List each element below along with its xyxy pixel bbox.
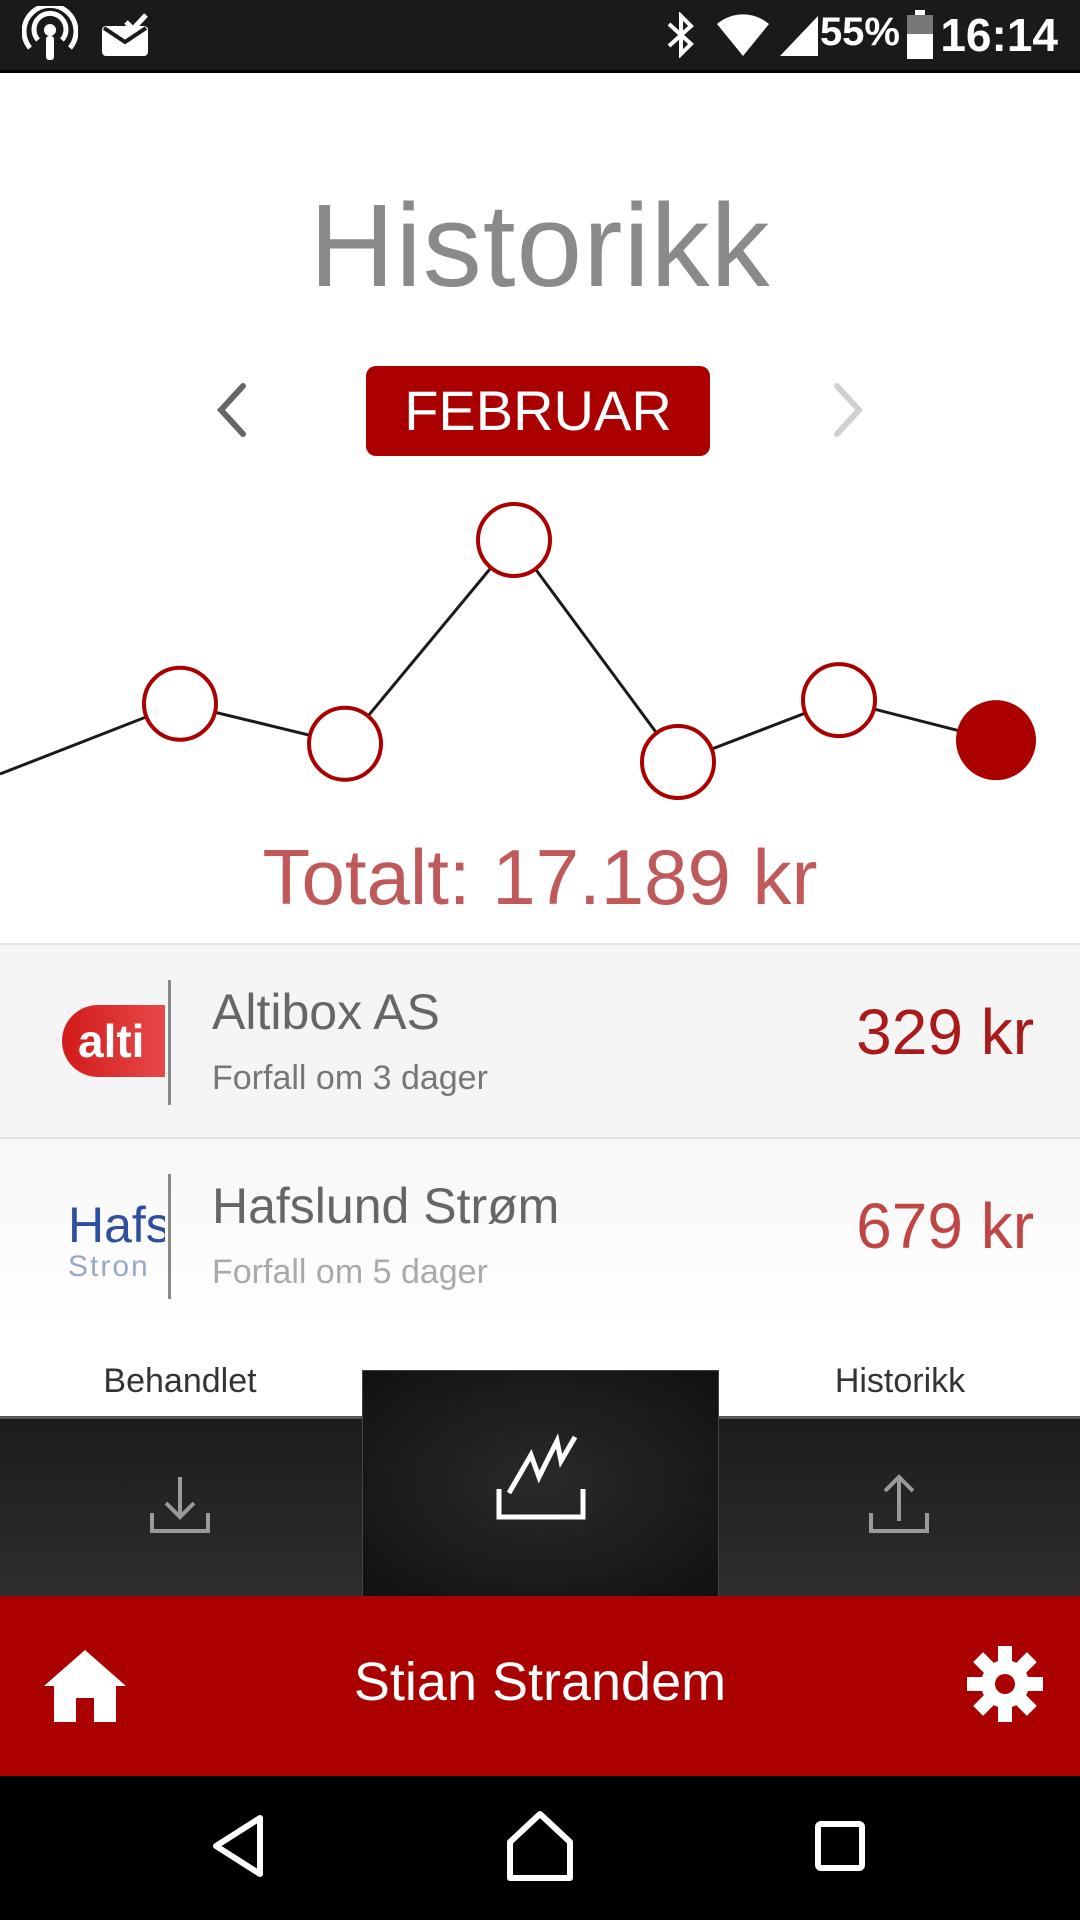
clock: 16:14 [940,9,1058,61]
chart-line-segment [343,539,516,745]
signal-icon [780,16,818,56]
chart-line-segment [512,539,680,763]
status-bar: 55% 16:14 [0,0,1080,73]
podcast-icon [22,6,78,60]
mail-check-icon [102,13,148,56]
next-month-button[interactable] [825,370,875,450]
gear-icon[interactable] [965,1644,1045,1724]
user-footer: Stian Strandem [0,1596,1080,1776]
bill-name: Altibox AS [212,984,440,1040]
tab-label-historikk[interactable]: Historikk [720,1362,1080,1401]
chart-point[interactable] [801,662,877,739]
bluetooth-icon [667,12,694,58]
battery-percent: 55% [819,10,900,54]
download-icon [150,1477,210,1533]
altibox-logo: alti [40,980,165,1100]
back-icon[interactable] [200,1806,280,1886]
divider [168,980,171,1105]
bill-due-date: Forfall om 3 dager [212,1059,488,1097]
history-chart [0,502,1036,800]
bill-due-date: Forfall om 5 dager [212,1253,488,1291]
bill-amount: 329 kr [856,996,1034,1068]
upload-icon [869,1474,929,1533]
recent-apps-icon[interactable] [800,1806,880,1886]
battery-icon [907,10,933,59]
chart-point[interactable] [476,502,552,578]
user-name: Stian Strandem [353,1652,727,1712]
tab-historikk[interactable] [717,1419,1080,1596]
chart-icon [496,1433,586,1520]
divider [168,1174,171,1299]
chart-point[interactable] [142,665,218,742]
system-nav-bar [0,1776,1080,1920]
tab-behandlet[interactable] [0,1419,362,1596]
bill-name: Hafslund Strøm [212,1178,560,1234]
month-badge: FEBRUAR [366,366,710,456]
chart-point[interactable] [640,724,716,800]
wifi-icon [717,14,769,56]
page-title: Historikk [309,180,771,312]
nav-home-icon[interactable] [500,1806,580,1886]
bill-row-hafslund[interactable]: Hafs Stron Hafslund Strøm Forfall om 5 d… [0,1137,1080,1331]
tab-chart-active[interactable] [362,1370,719,1597]
total-label: Totalt: 17.189 kr [262,833,818,921]
hafslund-logo: Hafs Stron [68,1197,165,1283]
bill-amount: 679 kr [856,1190,1034,1262]
bill-row-altibox[interactable]: alti Altibox AS Forfall om 3 dager 329 k… [0,943,1080,1137]
chart-point-selected[interactable] [956,700,1036,781]
prev-month-button[interactable] [205,370,255,450]
tab-label-behandlet[interactable]: Behandlet [0,1362,360,1401]
chart-point[interactable] [307,705,383,782]
